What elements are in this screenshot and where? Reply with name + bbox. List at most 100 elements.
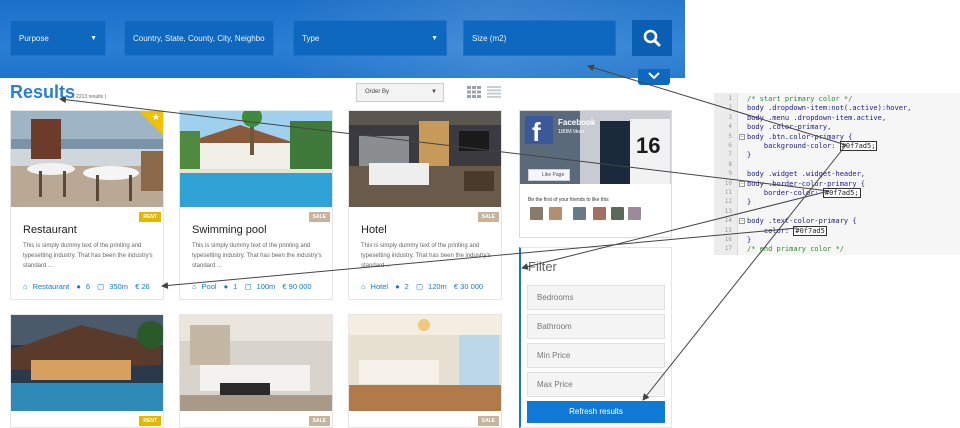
size-placeholder: Size (m2) bbox=[472, 34, 507, 43]
order-by-label: Order By bbox=[365, 89, 390, 95]
purpose-label: Purpose bbox=[19, 34, 49, 43]
facebook-page-name[interactable]: Facebook bbox=[558, 118, 595, 127]
area-icon: ▢ bbox=[244, 282, 252, 291]
listing-card[interactable]: SALE Swimming pool This is simply dummy … bbox=[179, 110, 333, 300]
listing-baths: 1 bbox=[233, 282, 238, 291]
listing-title[interactable]: Hotel bbox=[361, 224, 387, 236]
line-number: 8 bbox=[728, 160, 732, 168]
line-number: 12 bbox=[724, 198, 732, 206]
listing-photo bbox=[180, 111, 332, 207]
bedrooms-input[interactable]: Bedrooms bbox=[527, 285, 665, 310]
fold-toggle-icon[interactable]: − bbox=[739, 133, 745, 140]
expand-search-button[interactable] bbox=[638, 69, 670, 85]
listing-photo bbox=[349, 111, 501, 207]
line-number: 4 bbox=[728, 123, 732, 131]
bedrooms-placeholder: Bedrooms bbox=[537, 293, 574, 302]
code-text: border-color: #0f7ad5; bbox=[747, 188, 861, 198]
listing-photo: ★ bbox=[11, 111, 163, 207]
home-icon: ⌂ bbox=[192, 282, 197, 291]
code-text: body .menu .dropdown-item.active, bbox=[747, 113, 887, 122]
purpose-select[interactable]: Purpose ▼ bbox=[10, 20, 106, 56]
avatar[interactable] bbox=[573, 207, 586, 220]
listing-description: This is simply dummy text of the printin… bbox=[23, 243, 153, 269]
listing-area: 100m bbox=[256, 282, 276, 291]
min-price-placeholder: Min Price bbox=[537, 351, 571, 360]
min-price-input[interactable]: Min Price bbox=[527, 343, 665, 368]
line-number: 1 bbox=[728, 95, 732, 102]
facebook-likes: 180M likes bbox=[558, 129, 585, 135]
listing-features: ⌂ Restaurant ● 6 ▢ 350m € 26 bbox=[23, 282, 155, 291]
avatar[interactable] bbox=[628, 207, 641, 220]
listing-price: € 26 bbox=[135, 282, 150, 291]
listing-description: This is simply dummy text of the printin… bbox=[361, 243, 491, 269]
line-number: 7 bbox=[728, 151, 732, 159]
status-badge: SALE bbox=[477, 416, 499, 426]
listing-category: Hotel bbox=[370, 282, 389, 291]
highlighted-color-value: #0f7ad5 bbox=[793, 225, 827, 236]
listing-card[interactable]: RENT bbox=[10, 314, 164, 428]
max-price-input[interactable]: Max Price bbox=[527, 372, 665, 397]
listing-card[interactable]: SALE bbox=[179, 314, 333, 428]
fold-toggle-icon[interactable]: − bbox=[739, 218, 745, 225]
drop-icon: ● bbox=[76, 282, 81, 291]
refresh-results-button[interactable]: Refresh results bbox=[527, 401, 665, 423]
listing-area: 120m bbox=[428, 282, 447, 291]
avatar[interactable] bbox=[611, 207, 624, 220]
line-number: 11 bbox=[724, 189, 732, 196]
listing-baths: 2 bbox=[404, 282, 409, 291]
code-line: 9 body .widget .widget-header, bbox=[714, 170, 960, 179]
listing-card[interactable]: SALE bbox=[348, 314, 502, 428]
listing-photo bbox=[180, 315, 332, 411]
listing-category: Pool bbox=[201, 282, 217, 291]
bathroom-input[interactable]: Bathroom bbox=[527, 314, 665, 339]
chevron-down-icon: ▼ bbox=[90, 35, 97, 42]
code-text: body .btn.color-primary { bbox=[747, 132, 853, 141]
drop-icon: ● bbox=[223, 282, 229, 291]
code-line: 1 /* start primary color */ bbox=[714, 95, 960, 104]
highlighted-color-value: #0f7ad5; bbox=[822, 188, 861, 198]
list-view-icon[interactable] bbox=[487, 86, 501, 98]
results-count: ( 2213 results ) bbox=[73, 94, 107, 100]
drop-icon: ● bbox=[395, 282, 400, 291]
code-text: body .text-color-primary { bbox=[747, 217, 857, 226]
code-line: 17 /* end primary color */ bbox=[714, 245, 960, 254]
size-input[interactable]: Size (m2) bbox=[463, 20, 616, 56]
listing-photo bbox=[349, 315, 501, 411]
home-icon: ⌂ bbox=[361, 282, 366, 291]
area-icon: ▢ bbox=[97, 282, 105, 291]
grid-view-icon[interactable] bbox=[467, 86, 481, 98]
code-text: body .dropdown-item:not(.active):hover, bbox=[747, 104, 912, 113]
code-line: 5 body .btn.color-primary {− bbox=[714, 133, 960, 142]
avatar[interactable] bbox=[530, 207, 543, 220]
listing-card[interactable]: SALE Hotel This is simply dummy text of … bbox=[348, 110, 502, 300]
line-number: 9 bbox=[728, 170, 732, 178]
like-page-button[interactable]: Like Page bbox=[528, 169, 570, 181]
code-text: } bbox=[747, 151, 752, 160]
results-title: Results bbox=[10, 82, 76, 102]
line-number: 3 bbox=[728, 113, 732, 121]
line-number: 2 bbox=[728, 104, 732, 112]
listing-title[interactable]: Swimming pool bbox=[192, 224, 267, 236]
code-text: body .color-primary, bbox=[747, 123, 832, 132]
svg-text:f: f bbox=[532, 117, 541, 147]
location-input[interactable]: Country, State, County, City, Neighbo bbox=[124, 20, 274, 56]
code-line: 6 background-color: #0f7ad5; bbox=[714, 141, 960, 151]
avatar[interactable] bbox=[593, 207, 606, 220]
code-line: 11 border-color: #0f7ad5; bbox=[714, 188, 960, 198]
status-badge: SALE bbox=[308, 212, 330, 222]
line-number: 14 bbox=[724, 217, 732, 225]
line-number: 10 bbox=[724, 179, 732, 187]
location-placeholder: Country, State, County, City, Neighbo bbox=[133, 34, 265, 43]
search-button[interactable] bbox=[632, 20, 672, 56]
fold-toggle-icon[interactable]: − bbox=[739, 180, 745, 187]
type-select[interactable]: Type ▼ bbox=[293, 20, 447, 56]
star-icon: ★ bbox=[151, 112, 160, 122]
avatar[interactable] bbox=[549, 207, 562, 220]
code-text: /* end primary color */ bbox=[747, 245, 844, 254]
order-by-select[interactable]: Order By ▼ bbox=[356, 83, 444, 102]
listing-title[interactable]: Restaurant bbox=[23, 224, 77, 236]
code-text: body .border-color-primary { bbox=[747, 179, 866, 188]
line-number: 17 bbox=[724, 245, 732, 253]
area-icon: ▢ bbox=[415, 282, 424, 291]
listing-card[interactable]: ★ RENT Restaurant This is simply dummy t… bbox=[10, 110, 164, 300]
